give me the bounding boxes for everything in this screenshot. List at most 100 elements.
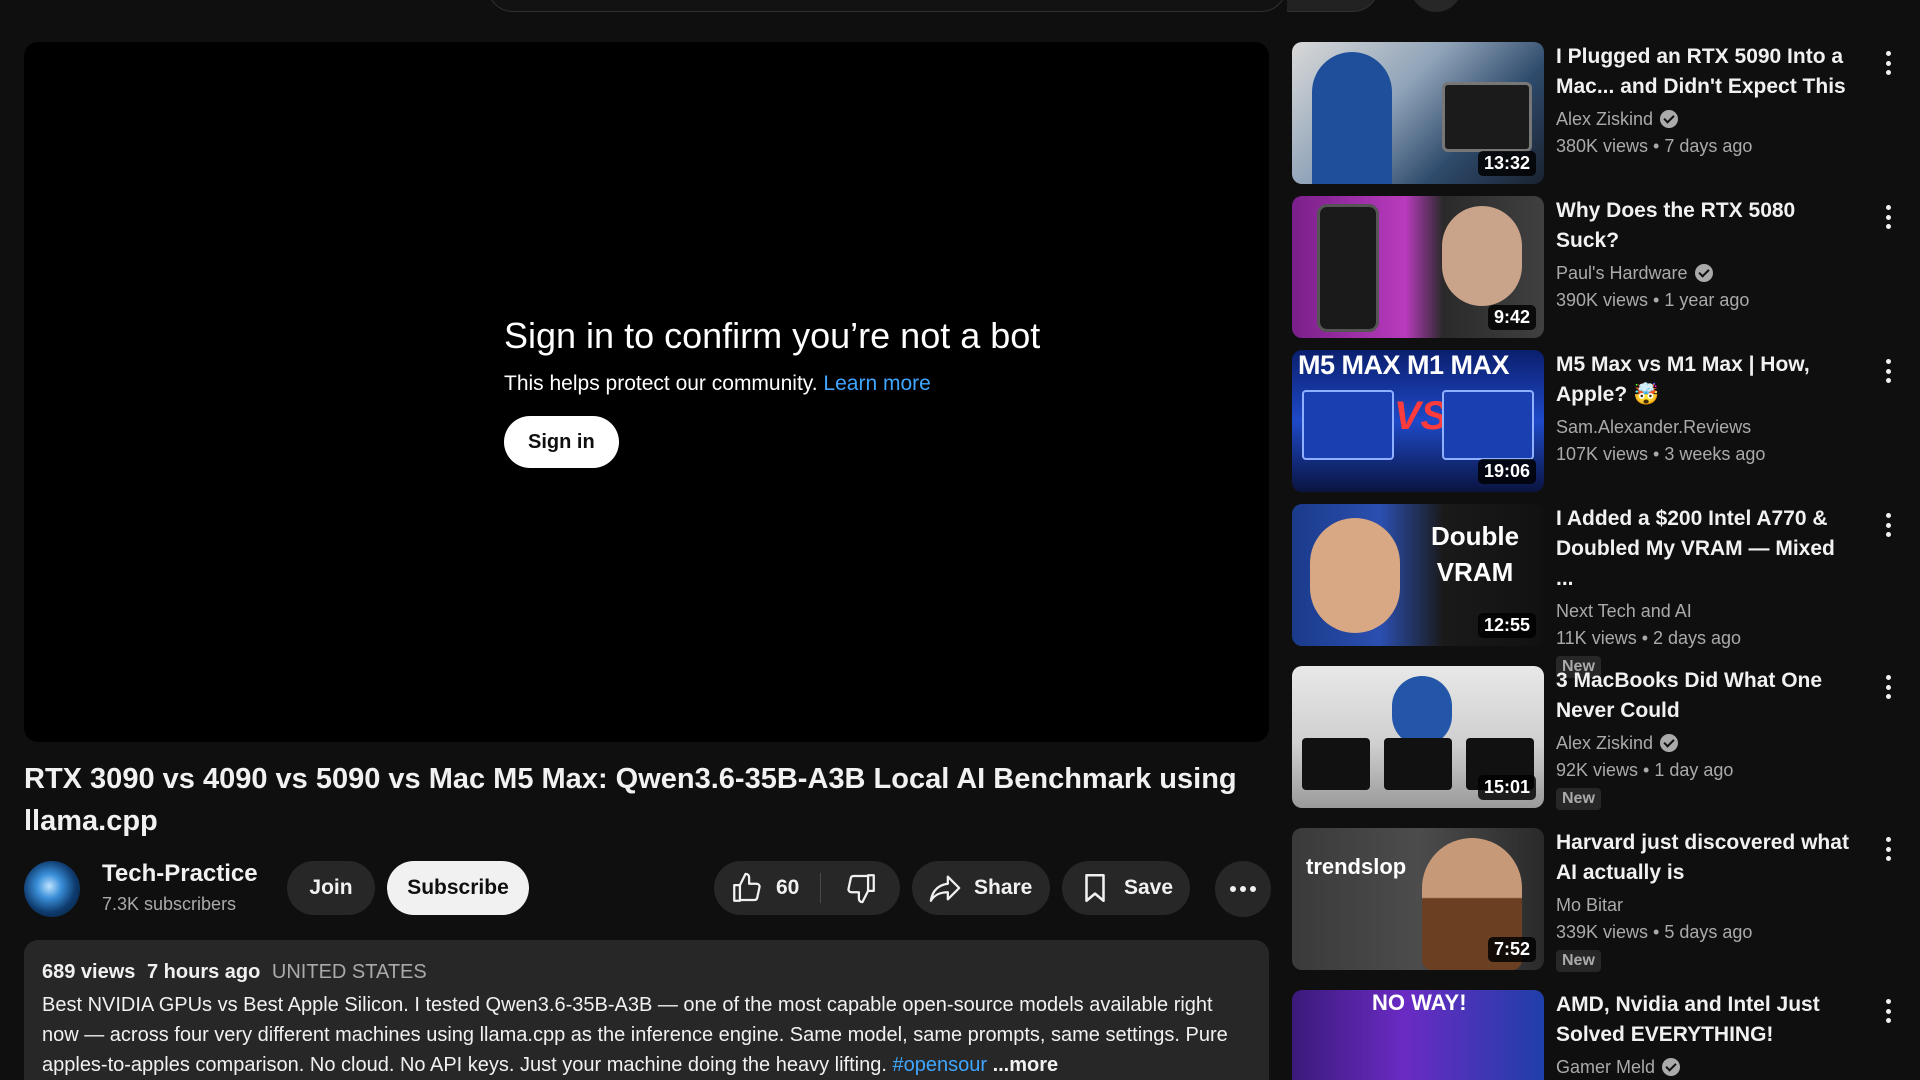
subscribe-button[interactable]: Subscribe (387, 861, 529, 915)
video-thumbnail[interactable]: 13:32 (1292, 42, 1544, 184)
sign-in-button[interactable]: Sign in (504, 416, 619, 468)
recommendation-title[interactable]: Why Does the RTX 5080 Suck? (1556, 196, 1856, 256)
video-duration: 7:52 (1487, 937, 1536, 962)
video-duration: 15:01 (1477, 775, 1536, 800)
recommendation-info: M5 Max vs M1 Max | How, Apple? 🤯 Sam.Ale… (1556, 350, 1856, 468)
recommendation-info: Harvard just discovered what AI actually… (1556, 828, 1856, 972)
thumbnail-person-shape (1312, 52, 1392, 184)
hashtag-link[interactable]: #opensour (892, 1054, 987, 1076)
thumbnail-vs-label: VS (1394, 394, 1448, 438)
recommendation-meta: 390K views • 1 year ago (1556, 290, 1750, 310)
thumbs-up-icon (733, 872, 761, 902)
recommendation-meta: 339K views • 5 days ago (1556, 922, 1753, 942)
share-button[interactable]: Share (912, 861, 1050, 915)
verified-icon (1660, 734, 1679, 752)
share-icon (929, 875, 961, 902)
video-thumbnail[interactable]: trendslop 7:52 (1292, 828, 1544, 970)
like-button[interactable]: 60 (714, 861, 819, 915)
bot-check-message: This helps protect our community. (504, 372, 818, 395)
bot-check-title: Sign in to confirm you’re not a bot (504, 315, 1041, 356)
recommendation-channel[interactable]: Paul's Hardware (1556, 260, 1856, 286)
channel-avatar[interactable] (24, 861, 80, 917)
recommendation-channel[interactable]: Mo Bitar (1556, 892, 1856, 918)
thumbnail-caption: Double VRAM (1430, 521, 1520, 587)
search-input[interactable] (487, 0, 1287, 12)
search-button[interactable] (1287, 0, 1379, 12)
recommendation-info: Why Does the RTX 5080 Suck? Paul's Hardw… (1556, 196, 1856, 314)
recommendation-meta: 380K views • 7 days ago (1556, 136, 1753, 156)
upload-age: 7 hours ago (146, 961, 261, 983)
more-actions-button[interactable] (1215, 861, 1271, 917)
kebab-menu-icon[interactable] (1876, 996, 1900, 1026)
recommendation-title[interactable]: I Added a $200 Intel A770 & Doubled My V… (1556, 504, 1856, 594)
kebab-menu-icon[interactable] (1876, 202, 1900, 232)
like-divider (820, 873, 821, 903)
recommendation-info: I Plugged an RTX 5090 Into a Mac... and … (1556, 42, 1856, 160)
learn-more-link[interactable]: Learn more (823, 372, 930, 395)
dislike-button[interactable] (822, 861, 900, 915)
video-thumbnail[interactable]: 9:42 (1292, 196, 1544, 338)
new-badge: New (1556, 788, 1601, 810)
kebab-menu-icon[interactable] (1876, 672, 1900, 702)
thumbnail-laptop-shape (1302, 390, 1394, 460)
recommendation-meta: 11K views • 2 days ago (1556, 628, 1742, 648)
show-more-button[interactable]: ...more (993, 1054, 1059, 1076)
description-text: Best NVIDIA GPUs vs Best Apple Silicon. … (42, 990, 1252, 1080)
channel-name: Sam.Alexander.Reviews (1556, 417, 1752, 437)
recommendation-title[interactable]: AMD, Nvidia and Intel Just Solved EVERYT… (1556, 990, 1856, 1050)
channel-row: Tech-Practice 7.3K subscribers Join Subs… (24, 858, 1274, 918)
channel-name: Paul's Hardware (1556, 263, 1688, 283)
video-title: RTX 3090 vs 4090 vs 5090 vs Mac M5 Max: … (24, 763, 1237, 837)
thumbnail-caption: M5 MAX M1 MAX (1298, 350, 1510, 380)
recommendation-title[interactable]: I Plugged an RTX 5090 Into a Mac... and … (1556, 42, 1856, 102)
thumbnail-laptop-shape (1302, 738, 1370, 790)
video-player[interactable]: Sign in to confirm you’re not a bot This… (24, 42, 1269, 742)
verified-icon (1694, 264, 1713, 282)
kebab-menu-icon[interactable] (1876, 356, 1900, 386)
description-box[interactable]: 689 views 7 hours ago UNITED STATES Best… (24, 940, 1269, 1080)
thumbs-down-icon (847, 874, 875, 904)
view-count: 689 views (42, 961, 136, 983)
channel-name: Next Tech and AI (1556, 601, 1692, 621)
thumbnail-person-shape (1442, 206, 1522, 306)
thumbnail-caption: NO WAY! (1372, 990, 1467, 1015)
recommendation-channel[interactable]: Alex Ziskind (1556, 730, 1856, 756)
video-duration: 12:55 (1477, 613, 1536, 638)
video-duration: 9:42 (1487, 305, 1536, 330)
thumbnail-gpu-shape (1317, 204, 1379, 332)
verified-icon (1660, 110, 1679, 128)
voice-search-button[interactable] (1410, 0, 1462, 12)
video-thumbnail[interactable]: M5 MAX M1 MAX VS 19:06 (1292, 350, 1544, 492)
channel-name: Mo Bitar (1556, 895, 1624, 915)
recommendation-info: I Added a $200 Intel A770 & Doubled My V… (1556, 504, 1856, 678)
recommendation-channel[interactable]: Next Tech and AI (1556, 598, 1856, 624)
recommendation-channel[interactable]: Alex Ziskind (1556, 106, 1856, 132)
recommendation-meta: 92K views • 1 day ago (1556, 760, 1734, 780)
bot-check-panel: Sign in to confirm you’re not a bot This… (504, 314, 1144, 468)
thumbnail-laptop-shape (1442, 390, 1534, 460)
channel-name: Alex Ziskind (1556, 733, 1654, 753)
kebab-menu-icon[interactable] (1876, 510, 1900, 540)
subscriber-count: 7.3K subscribers (102, 894, 237, 914)
recommendation-channel[interactable]: Gamer Meld (1556, 1054, 1856, 1080)
bot-check-text: This helps protect our community. Learn … (504, 370, 1144, 398)
channel-name[interactable]: Tech-Practice (102, 860, 258, 888)
recommendation-meta: 107K views • 3 weeks ago (1556, 444, 1766, 464)
recommendation-title[interactable]: Harvard just discovered what AI actually… (1556, 828, 1856, 888)
thumbnail-person-shape (1392, 676, 1452, 746)
thumbnail-caption: trendslop (1306, 854, 1407, 879)
new-badge: New (1556, 950, 1601, 972)
verified-icon (1662, 1058, 1681, 1076)
video-thumbnail[interactable]: NO WAY! (1292, 990, 1544, 1080)
recommendation-channel[interactable]: Sam.Alexander.Reviews (1556, 414, 1856, 440)
video-thumbnail[interactable]: Double VRAM 12:55 (1292, 504, 1544, 646)
kebab-menu-icon[interactable] (1876, 48, 1900, 78)
recommendation-title[interactable]: 3 MacBooks Did What One Never Could (1556, 666, 1856, 726)
recommendation-title[interactable]: M5 Max vs M1 Max | How, Apple? 🤯 (1556, 350, 1856, 410)
join-button[interactable]: Join (287, 861, 375, 915)
thumbnail-person-shape (1310, 518, 1400, 633)
kebab-menu-icon[interactable] (1876, 834, 1900, 864)
channel-name: Gamer Meld (1556, 1057, 1656, 1077)
video-thumbnail[interactable]: 15:01 (1292, 666, 1544, 808)
save-button[interactable]: Save (1062, 861, 1190, 915)
